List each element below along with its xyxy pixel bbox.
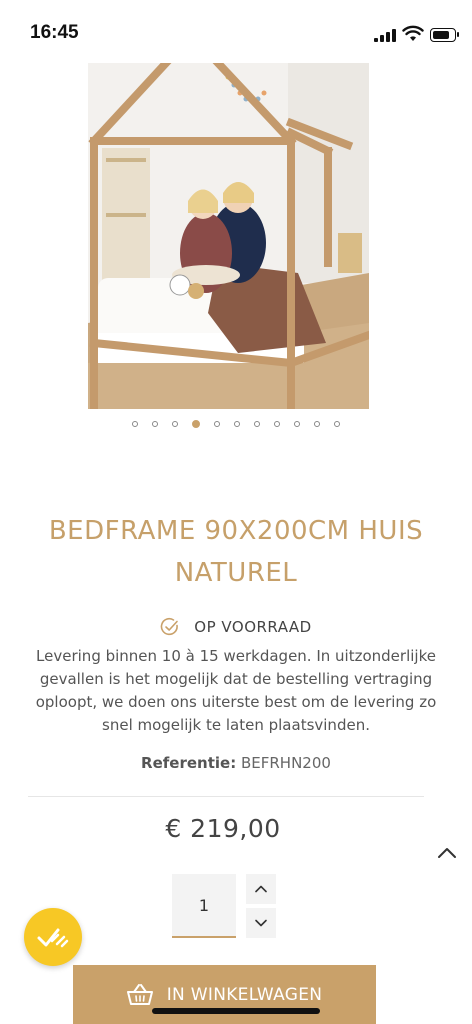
divider [28,796,424,797]
gallery-dot[interactable] [254,421,260,427]
product-title: BEDFRAME 90X200CM HUIS NATUREL [48,516,424,588]
gallery-dot[interactable] [172,421,178,427]
chevron-up-icon [438,848,456,858]
quantity-input[interactable] [172,874,236,938]
chevron-up-icon [255,885,267,893]
basket-icon [126,983,153,1005]
quantity-decrease-button[interactable] [246,908,276,938]
gallery-dot[interactable] [132,421,138,427]
gallery-dot[interactable] [334,421,340,427]
gallery-dot[interactable] [192,420,200,428]
cellular-signal-icon [374,28,398,42]
trust-badge-button[interactable] [24,908,82,966]
checkmark-badge-icon [37,928,69,948]
add-to-cart-label: IN WINKELWAGEN [166,984,323,1005]
gallery-dot[interactable] [294,421,300,427]
gallery-dot[interactable] [152,421,158,427]
gallery-pagination [0,420,472,433]
reference: Referentie: BEFRHN200 [0,754,472,772]
delivery-info: Levering binnen 10 à 15 werkdagen. In ui… [35,647,437,734]
stock-label: OP VOORRAAD [194,618,312,636]
reference-label: Referentie: [141,754,237,772]
add-to-cart-button[interactable]: IN WINKELWAGEN [73,965,376,1024]
gallery-dot[interactable] [214,421,220,427]
gallery-dot[interactable] [314,421,320,427]
battery-icon [430,28,459,42]
reference-value: BEFRHN200 [240,754,331,772]
check-circle-icon [161,617,179,636]
quantity-increase-button[interactable] [246,874,276,904]
stock-status: OP VOORRAAD [0,614,472,640]
gallery-dot[interactable] [234,421,240,427]
status-bar: 16:45 [0,0,472,62]
scroll-to-top-button[interactable] [434,840,460,866]
chevron-down-icon [255,919,267,927]
gallery-dot[interactable] [274,421,280,427]
status-time: 16:45 [30,22,79,43]
product-price: € 219,00 [165,814,281,843]
product-image[interactable] [88,63,369,409]
home-indicator [152,1008,320,1014]
wifi-icon [402,25,424,41]
